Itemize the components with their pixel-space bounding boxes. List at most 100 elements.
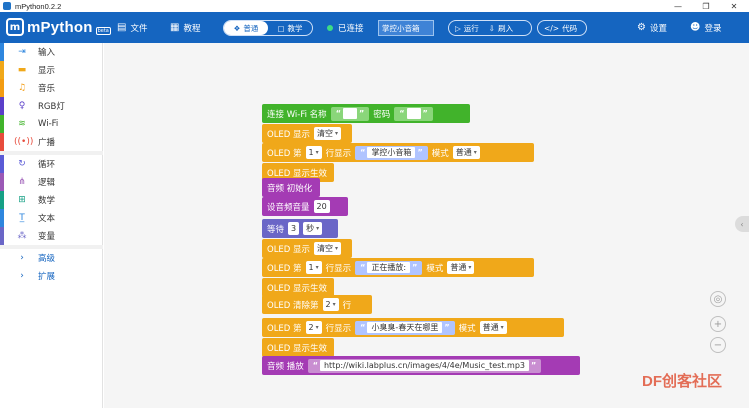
wifi-password-string[interactable]: “” [394, 106, 433, 121]
line-dropdown[interactable]: 2 [322, 298, 339, 311]
oled-line-show-block[interactable]: OLED 第 2 行显示 “小臭臭-春天在哪里” 模式 普通 [262, 318, 564, 337]
oled-effect-label: OLED 显示生效 [267, 343, 328, 354]
mode-label: 模式 [431, 148, 449, 159]
file-menu[interactable]: ▤ 文件 [117, 12, 147, 43]
sidebar-item-label: 循环 [38, 160, 56, 170]
logo-text: mPython [27, 18, 93, 36]
text-string[interactable]: “掌控小音箱” [355, 145, 428, 160]
wifi-connect-label: 连接 Wi-Fi 名称 [267, 109, 327, 120]
mode-teach-tab[interactable]: ▢ 教学 [268, 21, 312, 35]
sidebar-item-label: 输入 [38, 48, 56, 58]
run-flash-group: ▷ 运行 ⇩ 刷入 [448, 20, 532, 36]
wifi-name-string[interactable]: “” [330, 106, 370, 121]
sidebar-item-advanced[interactable]: › 高级 [0, 249, 103, 267]
sidebar-item-logic[interactable]: ⋔ 逻辑 [0, 173, 103, 191]
audio-init-block[interactable]: 音频 初始化 [262, 178, 320, 197]
block-workspace[interactable] [104, 43, 749, 408]
run-button[interactable]: 运行 [464, 23, 479, 34]
mode-dropdown[interactable]: 普通 [447, 261, 475, 274]
wifi-name-value[interactable] [342, 108, 357, 119]
watermark: DF创客社区 [642, 373, 722, 390]
oled-show-clear-block[interactable]: OLED 显示 清空 [262, 124, 352, 143]
clear-dropdown[interactable]: 清空 [314, 127, 342, 140]
zoom-in-icon[interactable]: + [710, 316, 726, 332]
sidebar-item-wifi[interactable]: ≋ Wi-Fi [0, 115, 103, 133]
logo-badge: beta [95, 27, 111, 35]
sidebar-item-math[interactable]: ⊞ 数学 [0, 191, 103, 209]
line-dropdown[interactable]: 2 [305, 321, 322, 334]
device-select[interactable]: 掌控小音箱 [378, 20, 434, 36]
close-button[interactable]: ✕ [720, 0, 748, 12]
mode-label: 模式 [426, 263, 444, 274]
line-dropdown[interactable]: 1 [305, 146, 322, 159]
sidebar-item-text[interactable]: T̲ 文本 [0, 209, 103, 227]
sidebar-item-extensions[interactable]: › 扩展 [0, 267, 103, 285]
oled-effect-label: OLED 显示生效 [267, 168, 328, 179]
bulb-icon: ♀ [18, 101, 26, 111]
line-show-label: 行显示 [325, 263, 352, 274]
url-string[interactable]: “http://wiki.labplus.cn/images/4/4e/Musi… [307, 358, 542, 373]
settings-label: 设置 [649, 23, 667, 34]
oled-clear-line-block[interactable]: OLED 清除第 2 行 [262, 295, 372, 314]
sidebar-item-rgb[interactable]: ♀ RGB灯 [0, 97, 103, 115]
text-icon: T̲ [19, 213, 25, 223]
code-button[interactable]: </> 代码 [537, 20, 587, 36]
zoom-out-icon[interactable]: − [710, 337, 726, 353]
gear-icon: ⚙ [637, 22, 646, 33]
window-titlebar: mPython0.2.2 — ❐ ✕ [0, 0, 749, 12]
chevron-right-icon: › [20, 271, 24, 281]
text-value[interactable]: 小臭臭-春天在哪里 [367, 322, 443, 333]
sidebar-item-display[interactable]: ▬ 显示 [0, 61, 103, 79]
mode-normal-label: 普通 [243, 23, 259, 33]
text-string[interactable]: “小臭臭-春天在哪里” [355, 320, 455, 335]
sidebar-item-input[interactable]: ⇥ 输入 [0, 43, 103, 61]
oled-line-show-block[interactable]: OLED 第 1 行显示 “正在播放:” 模式 普通 [262, 258, 534, 277]
sidebar-item-broadcast[interactable]: ((•)) 广播 [0, 133, 103, 151]
wifi-password-value[interactable] [406, 108, 421, 119]
set-volume-block[interactable]: 设音频音量 20 [262, 197, 348, 216]
sidebar-item-music[interactable]: ♫ 音乐 [0, 79, 103, 97]
audio-play-block[interactable]: 音频 播放 “http://wiki.labplus.cn/images/4/4… [262, 356, 580, 375]
maximize-button[interactable]: ❐ [692, 0, 720, 12]
oled-line-show-block[interactable]: OLED 第 1 行显示 “掌控小音箱” 模式 普通 [262, 143, 534, 162]
sidebar-item-label: RGB灯 [38, 102, 65, 112]
oled-line-label: OLED 第 [267, 323, 302, 334]
mode-normal-tab[interactable]: ❖ 普通 [224, 21, 268, 35]
minimize-button[interactable]: — [664, 0, 692, 12]
line-show-label: 行显示 [325, 323, 352, 334]
text-value[interactable]: 正在播放: [367, 262, 411, 273]
wifi-connect-block[interactable]: 连接 Wi-Fi 名称 “” 密码 “” [262, 104, 470, 123]
recenter-icon[interactable]: ◎ [710, 291, 726, 307]
sidebar-item-label: 广播 [38, 138, 56, 148]
wifi-password-label: 密码 [373, 109, 391, 120]
oled-effect-block[interactable]: OLED 显示生效 [262, 338, 334, 357]
connected-dot-icon [327, 24, 333, 31]
oled-show-clear-block[interactable]: OLED 显示 清空 [262, 239, 352, 258]
code-icon: </> [544, 23, 560, 33]
sidebar-item-label: 逻辑 [38, 178, 56, 188]
clear-dropdown[interactable]: 清空 [314, 242, 342, 255]
oled-clear-line-label: OLED 清除第 [267, 300, 319, 311]
logic-icon: ⋔ [18, 177, 26, 187]
volume-input[interactable]: 20 [313, 200, 330, 213]
loop-icon: ↻ [18, 159, 26, 169]
time-unit-dropdown[interactable]: 秒 [303, 222, 323, 235]
sidebar-item-loop[interactable]: ↻ 循环 [0, 155, 103, 173]
url-value[interactable]: http://wiki.labplus.cn/images/4/4e/Music… [319, 360, 529, 371]
tutorial-menu[interactable]: ▦ 教程 [170, 12, 200, 43]
text-value[interactable]: 掌控小音箱 [367, 147, 416, 158]
text-string[interactable]: “正在播放:” [355, 260, 423, 275]
mode-dropdown[interactable]: 普通 [452, 146, 480, 159]
settings-button[interactable]: ⚙ 设置 [637, 12, 667, 43]
panel-collapse-tab[interactable]: ‹ [735, 216, 749, 232]
mode-dropdown[interactable]: 普通 [479, 321, 507, 334]
mode-label: 模式 [458, 323, 476, 334]
flash-button[interactable]: 刷入 [498, 23, 513, 34]
line-dropdown[interactable]: 1 [305, 261, 322, 274]
sidebar-item-variable[interactable]: ⁂ 变量 [0, 227, 103, 245]
user-icon: ☻ [690, 22, 701, 33]
wait-input[interactable]: 3 [288, 222, 300, 235]
wait-block[interactable]: 等待 3 秒 [262, 219, 338, 238]
sidebar-item-label: 数学 [38, 196, 56, 206]
login-button[interactable]: ☻ 登录 [690, 12, 721, 43]
